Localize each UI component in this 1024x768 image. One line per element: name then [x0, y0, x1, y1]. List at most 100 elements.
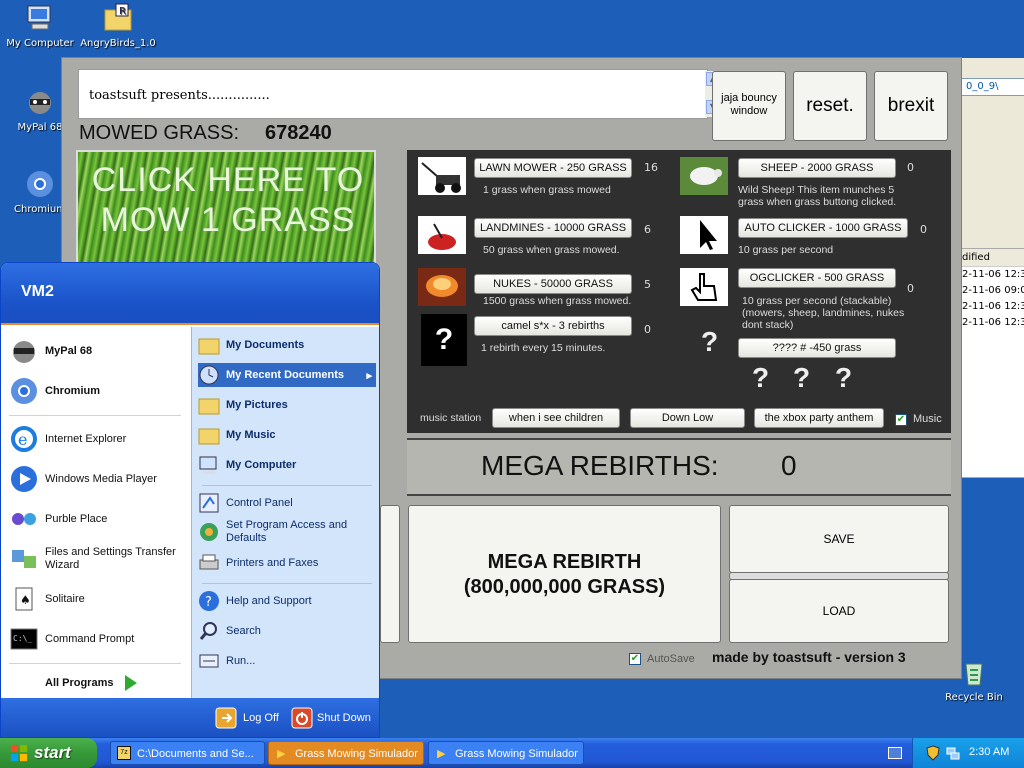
- nuke-explosion-icon: [418, 268, 466, 306]
- sheep-icon: [680, 157, 728, 195]
- start-item-solitaire[interactable]: ♠ Solitaire: [9, 583, 85, 615]
- svg-text:e: e: [18, 430, 27, 449]
- start-menu-separator: [202, 583, 372, 584]
- network-icon[interactable]: [945, 745, 961, 761]
- buy-camel-button[interactable]: camel s*x - 3 rebirths: [474, 316, 632, 336]
- start-item-label: MyPal 68: [45, 345, 93, 357]
- mystery-question-mark: ?: [752, 362, 770, 393]
- column-header-date-modified[interactable]: dified: [958, 249, 1024, 267]
- autoclicker-desc: 10 grass per second: [738, 244, 834, 256]
- address-bar[interactable]: 0_0_9\: [957, 78, 1024, 96]
- clock[interactable]: 2:30 AM: [969, 746, 1009, 758]
- start-item-help[interactable]: ? Help and Support: [198, 589, 376, 613]
- start-item-search[interactable]: Search: [198, 619, 376, 643]
- hidden-left-button[interactable]: [380, 505, 400, 643]
- start-item-label: Purble Place: [45, 513, 108, 525]
- music-checkbox[interactable]: ✔: [895, 414, 907, 426]
- buy-landmines-button[interactable]: LANDMINES - 10000 GRASS: [474, 218, 632, 238]
- start-item-program-access[interactable]: Set Program Access and Defaults: [198, 517, 376, 547]
- mega-rebirth-button[interactable]: MEGA REBIRTH (800,000,000 GRASS): [408, 505, 721, 643]
- start-menu-footer: Log Off Shut Down: [1, 698, 379, 737]
- app-arrow-icon: ▶: [277, 748, 286, 760]
- start-item-printers[interactable]: Printers and Faxes: [198, 551, 376, 575]
- file-row[interactable]: 2-11-06 12:3: [958, 315, 1024, 331]
- reset-button[interactable]: reset.: [793, 71, 867, 141]
- recent-documents-icon: [199, 365, 219, 385]
- music-track-button[interactable]: when i see children: [492, 408, 620, 428]
- submenu-arrow-icon: ▸: [366, 369, 372, 382]
- keyboard-icon[interactable]: [888, 747, 902, 759]
- svg-text:R: R: [119, 6, 126, 17]
- start-item-my-computer[interactable]: My Computer: [198, 453, 376, 477]
- security-shield-icon[interactable]: [925, 745, 941, 761]
- music-track-button[interactable]: the xbox party anthem: [754, 408, 884, 428]
- start-item-label: Command Prompt: [45, 633, 135, 645]
- taskbar-button-label: Grass Mowing Simulador: [455, 748, 578, 760]
- start-item-control-panel[interactable]: Control Panel: [198, 491, 376, 515]
- landmines-desc: 50 grass when grass mowed.: [483, 244, 620, 256]
- jaja-bouncy-window-button[interactable]: jaja bouncy window: [712, 71, 786, 141]
- nukes-count: 5: [644, 278, 651, 291]
- music-station-label: music station: [420, 412, 482, 424]
- brexit-button[interactable]: brexit: [874, 71, 948, 141]
- start-item-label: Control Panel: [226, 497, 293, 509]
- app-arrow-icon: ▶: [437, 748, 446, 760]
- start-menu-user: VM2: [1, 263, 379, 325]
- internet-explorer-icon: e: [11, 426, 37, 452]
- start-item-windows-media-player[interactable]: Windows Media Player: [9, 463, 157, 495]
- start-item-my-recent-documents[interactable]: My Recent Documents ▸: [198, 363, 376, 387]
- buy-lawn-mower-button[interactable]: LAWN MOWER - 250 GRASS: [474, 158, 632, 178]
- start-item-my-documents[interactable]: My Documents: [198, 333, 376, 357]
- mowed-grass-label: MOWED GRASS:: [79, 122, 240, 144]
- file-row[interactable]: 2-11-06 09:0: [958, 283, 1024, 299]
- buy-ogclicker-button[interactable]: OGCLICKER - 500 GRASS: [738, 268, 896, 288]
- file-row[interactable]: 2-11-06 12:3: [958, 267, 1024, 283]
- desktop-icon-my-computer[interactable]: My Computer: [0, 2, 80, 49]
- desktop-icon-label: Chromium: [14, 204, 66, 215]
- log-off-button[interactable]: Log Off: [215, 706, 279, 730]
- file-list: dified 2-11-06 12:3 2-11-06 09:0 2-11-06…: [957, 248, 1024, 478]
- mystery-question-icon: ?: [421, 314, 467, 366]
- start-item-command-prompt[interactable]: C:\_ Command Prompt: [9, 623, 134, 655]
- music-track-button[interactable]: Down Low: [630, 408, 745, 428]
- desktop-icon-angrybirds[interactable]: R AngryBirds_1.0: [78, 2, 158, 49]
- taskbar-button-explorer[interactable]: 7z C:\Documents and Se...: [110, 741, 265, 765]
- start-menu-separator: [9, 663, 181, 664]
- control-panel-icon: [199, 493, 219, 513]
- autosave-checkbox[interactable]: ✔: [629, 653, 641, 665]
- start-item-my-music[interactable]: My Music: [198, 423, 376, 447]
- recycle-bin-icon: [965, 663, 983, 686]
- start-item-internet-explorer[interactable]: e Internet Explorer: [9, 423, 126, 455]
- start-button[interactable]: start: [0, 738, 97, 768]
- buy-mystery-button[interactable]: ???? # -450 grass: [738, 338, 896, 358]
- start-item-chromium[interactable]: Chromium: [9, 375, 100, 407]
- start-menu-separator: [202, 485, 372, 486]
- shut-down-button[interactable]: Shut Down: [291, 706, 371, 730]
- camel-desc: 1 rebirth every 15 minutes.: [481, 342, 606, 354]
- message-box[interactable]: toastsuft presents............... ▲ ▼: [78, 69, 721, 119]
- start-item-purble-place[interactable]: Purble Place: [9, 503, 107, 535]
- start-item-transfer-wizard[interactable]: Files and Settings Transfer Wizard: [9, 539, 185, 579]
- start-menu-left-pane: MyPal 68 Chromium e Internet Explorer Wi…: [1, 327, 191, 698]
- start-item-my-pictures[interactable]: My Pictures: [198, 393, 376, 417]
- autoclicker-count: 0: [920, 223, 927, 236]
- buy-nukes-button[interactable]: NUKES - 50000 GRASS: [474, 274, 632, 294]
- buy-autoclicker-button[interactable]: AUTO CLICKER - 1000 GRASS: [738, 218, 908, 238]
- power-icon: [291, 707, 313, 729]
- mystery-question-mark: ?: [793, 362, 811, 393]
- start-item-mypal[interactable]: MyPal 68: [9, 335, 92, 367]
- start-item-label: Windows Media Player: [45, 473, 157, 485]
- all-programs-button[interactable]: All Programs: [45, 667, 141, 699]
- ogclicker-count: 0: [907, 282, 914, 295]
- windows-logo-icon: [10, 744, 28, 762]
- lawn-mower-count: 16: [644, 161, 658, 174]
- save-button[interactable]: SAVE: [729, 505, 949, 573]
- taskbar-button-grass-1[interactable]: ▶ Grass Mowing Simulador: [268, 741, 424, 765]
- buy-sheep-button[interactable]: SHEEP - 2000 GRASS: [738, 158, 896, 178]
- sheep-desc: Wild Sheep! This item munches 5 grass wh…: [738, 184, 897, 208]
- load-button[interactable]: LOAD: [729, 579, 949, 643]
- desktop-icon-label: AngryBirds_1.0: [80, 38, 156, 49]
- taskbar-button-grass-2[interactable]: ▶ Grass Mowing Simulador: [428, 741, 584, 765]
- file-row[interactable]: 2-11-06 12:3: [958, 299, 1024, 315]
- start-item-run[interactable]: Run...: [198, 649, 376, 673]
